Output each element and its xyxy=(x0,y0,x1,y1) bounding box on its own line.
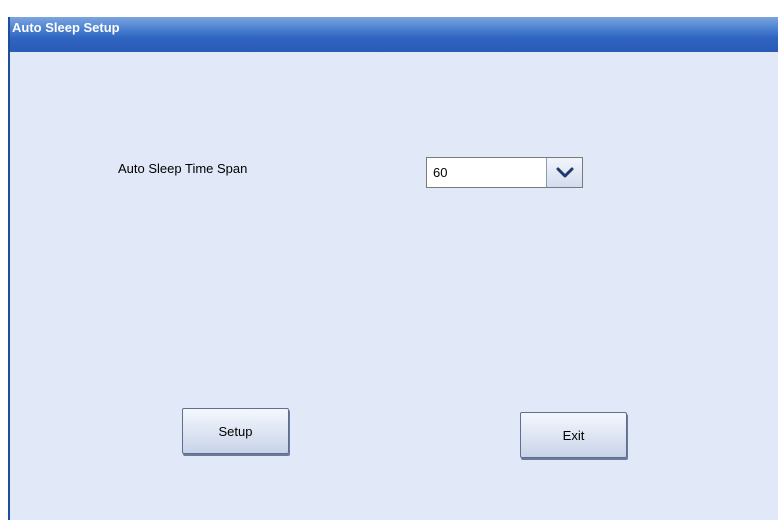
auto-sleep-time-span-select[interactable]: 60 xyxy=(426,157,583,188)
auto-sleep-time-span-label: Auto Sleep Time Span xyxy=(118,161,248,176)
dropdown-button[interactable] xyxy=(546,158,582,187)
select-current-value: 60 xyxy=(433,165,448,180)
title-bar: Auto Sleep Setup xyxy=(10,17,778,52)
window-title: Auto Sleep Setup xyxy=(12,20,120,35)
setup-button[interactable]: Setup xyxy=(182,408,289,454)
exit-button[interactable]: Exit xyxy=(520,412,627,458)
auto-sleep-setup-window: Auto Sleep Setup Auto Sleep Time Span 60… xyxy=(8,17,778,520)
chevron-down-icon xyxy=(556,167,574,178)
